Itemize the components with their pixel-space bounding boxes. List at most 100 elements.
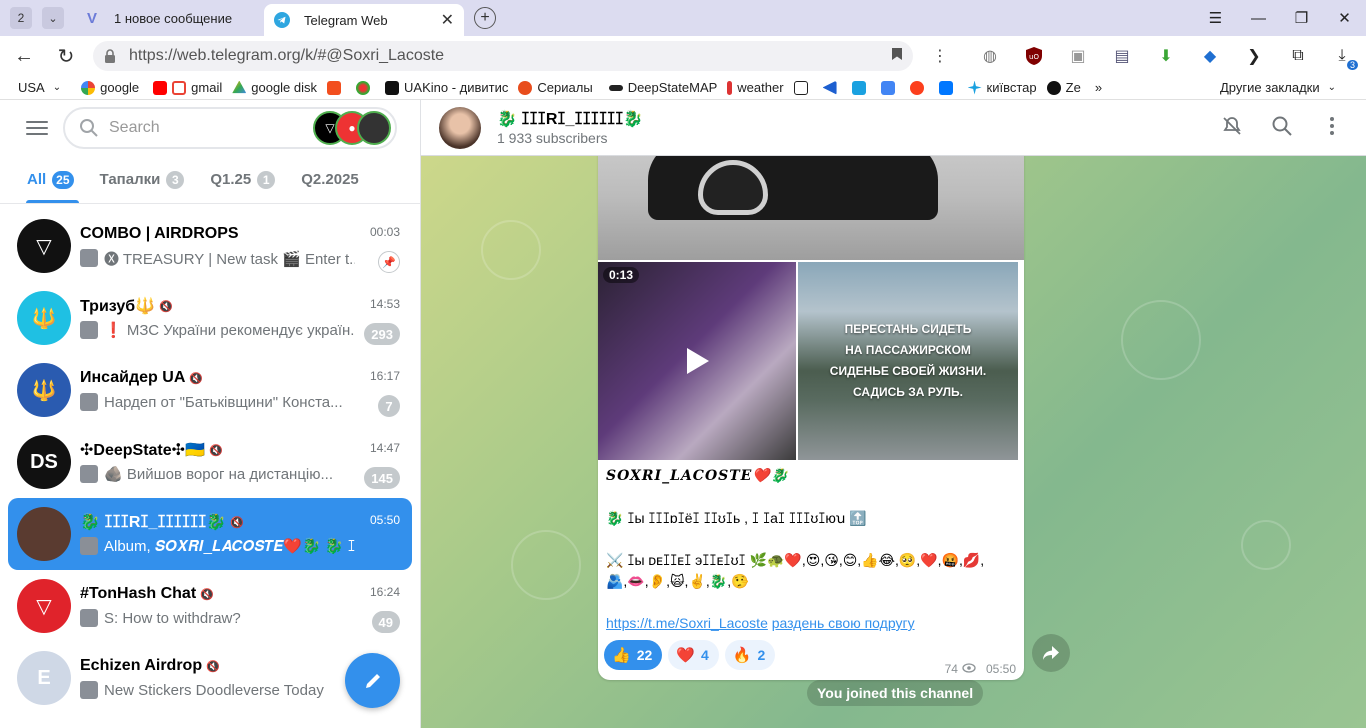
bookmark-translate[interactable]	[880, 80, 900, 95]
play-icon[interactable]	[680, 344, 714, 378]
active-folder-indicator	[26, 200, 79, 203]
message-thumbnail	[80, 465, 98, 483]
bookmark-flower[interactable]	[356, 80, 375, 95]
globe-icon[interactable]: ◍	[976, 42, 1004, 70]
reaction-fire[interactable]: 🔥 2	[724, 640, 776, 670]
bookmark-bc[interactable]	[793, 80, 813, 95]
archive-icon[interactable]: ▤	[1108, 42, 1136, 70]
caption-links: https://t.me/Soxri_Lacoste раздень свою …	[606, 613, 1016, 634]
tab-all[interactable]: All 25	[27, 170, 74, 189]
unread-badge: 49	[371, 611, 400, 633]
caption-title: SOXRI_LACOSTE❤️🐉	[606, 468, 790, 484]
bookmark-arrow[interactable]	[822, 80, 842, 95]
stories-row[interactable]: ▽ ●	[313, 111, 391, 145]
download-helper-icon[interactable]: ⬇	[1152, 42, 1180, 70]
channel-info[interactable]: 🐉 ꕯꕯꕯRꕯ_ꕯꕯꕯꕯꕯꕯ🐉 1 933 subscribers	[497, 109, 643, 146]
bookmark-vk[interactable]	[938, 80, 958, 95]
reaction-thumbs-up[interactable]: 👍 22	[604, 640, 663, 670]
story-avatar[interactable]	[357, 111, 391, 145]
restore-icon[interactable]: ❐	[1280, 9, 1323, 27]
search-input[interactable]: Search ▽ ●	[63, 107, 397, 149]
text-link[interactable]: раздень свою подругу	[772, 615, 915, 631]
bookmark-ze[interactable]: Ze	[1046, 80, 1081, 95]
chat-time: 00:03	[369, 225, 400, 239]
tab-list-dropdown[interactable]: ⌄	[42, 7, 64, 29]
chat-header[interactable]: 🐉 ꕯꕯꕯRꕯ_ꕯꕯꕯꕯꕯꕯ🐉 1 933 subscribers	[421, 100, 1366, 156]
telegram-favicon-icon	[274, 12, 290, 28]
bookmark-usa[interactable]: USA ⌄	[18, 80, 61, 95]
more-vert-icon[interactable]: ⋮	[926, 42, 954, 70]
google-icon	[81, 80, 96, 95]
downloads-badge: 3	[1346, 60, 1358, 70]
chat-list-item[interactable]: ▽ COMBO | AIRDROPS 00:03 🅧 TREASURY | Ne…	[8, 210, 412, 282]
back-arrow-icon[interactable]: ←	[13, 45, 35, 68]
chat-last-message: Album, 𝑺𝑶𝑿𝑹𝑰_𝑳𝑨𝑪𝑶𝑺𝑻𝑬❤️🐉 🐉 ꕯы ꕯꕯ...	[80, 535, 355, 557]
album-photo-road[interactable]: ПЕРЕСТАНЬ СИДЕТЬ НА ПАССАЖИРСКОМ СИДЕНЬЕ…	[798, 262, 1018, 460]
more-vert-icon[interactable]	[1320, 114, 1344, 138]
terminal-icon[interactable]: ❯	[1240, 42, 1268, 70]
muted-icon: 🔇	[230, 516, 245, 529]
minimize-icon[interactable]: —	[1237, 10, 1280, 27]
bookmark-figma[interactable]	[327, 80, 346, 95]
serials-icon	[518, 80, 533, 95]
bookmark-other-folder[interactable]: Другие закладки ⌄	[1220, 80, 1336, 95]
chat-list-item[interactable]: 🔱 Инсайдер UA 🔇 16:17 Нардеп от "Батьків…	[8, 354, 412, 426]
forward-button[interactable]	[1032, 634, 1070, 672]
vk-favicon-icon: V	[86, 9, 97, 27]
address-bar: ← ↻ https://web.telegram.org/k/#@Soxri_L…	[0, 36, 1366, 76]
reactions-row: 👍 22 ❤️ 4 🔥 2 74 05:50	[598, 638, 1024, 680]
diamond-icon[interactable]: ◆	[1196, 42, 1224, 70]
bookmark-yandex[interactable]	[909, 80, 929, 95]
chat-list-item[interactable]: 🐉 ꕯꕯꕯRꕯ_ꕯꕯꕯꕯꕯꕯ🐉 🔇 05:50 Album, 𝑺𝑶𝑿𝑹𝑰_𝑳𝑨𝑪…	[8, 498, 412, 570]
chat-title: #TonHash Chat 🔇	[80, 585, 214, 602]
album-video[interactable]: 0:13	[598, 262, 796, 460]
caption-line: ⚔️ ꕯы ᴅᴇꕯꕯᴇꕯ эꕯꕯᴇꕯʊꕯ 🌿🐢❤️,😍,😘,😊,👍😂,🥺,❤️,…	[606, 552, 985, 568]
downloads-icon[interactable]: ⤓ 3	[1328, 42, 1358, 70]
browser-tab-active[interactable]: Telegram Web ✕	[264, 4, 464, 36]
tab-count-button[interactable]: 2	[10, 7, 32, 29]
bookmark-uakino[interactable]: UAKino - дивитис	[385, 80, 508, 95]
album-message[interactable]: 0:13 ПЕРЕСТАНЬ СИДЕТЬ НА ПАССАЖИРСКОМ СИ…	[598, 100, 1024, 680]
bookmark-deepstatemap[interactable]: DeepStateMAP	[608, 80, 717, 95]
url-field[interactable]: https://web.telegram.org/k/#@Soxri_Lacos…	[93, 41, 913, 71]
close-window-icon[interactable]: ✕	[1323, 9, 1366, 27]
browser-tab[interactable]: V 1 новое сообщение	[74, 3, 264, 33]
chat-last-message: ❗ МЗС України рекомендує україн...	[80, 319, 355, 341]
briefcase-icon[interactable]: ▣	[1064, 42, 1092, 70]
bookmark-google-disk[interactable]: google disk	[232, 80, 317, 95]
chat-list-sidebar: Search ▽ ● All 25 Тапалки 3 Q1.25 1 Q2.2025…	[0, 100, 421, 728]
bookmark-google[interactable]: google	[81, 80, 139, 95]
tab-q2-2025[interactable]: Q2.2025	[301, 171, 359, 188]
ublock-icon[interactable]: uO	[1020, 42, 1048, 70]
tab-q1-25[interactable]: Q1.25 1	[210, 170, 276, 189]
chat-avatar: DS	[17, 435, 71, 489]
close-tab-icon[interactable]: ✕	[441, 10, 454, 30]
menu-icon[interactable]: ☰	[1194, 9, 1237, 27]
chat-list-item[interactable]: 🔱 Тризуб🔱 🔇 14:53 ❗ МЗС України рекоменд…	[8, 282, 412, 354]
reaction-heart[interactable]: ❤️ 4	[668, 640, 719, 670]
channel-link[interactable]: https://t.me/Soxri_Lacoste	[606, 615, 768, 631]
unread-badge: 7	[378, 395, 400, 417]
bookmark-p[interactable]	[851, 80, 871, 95]
bookmarks-overflow-icon[interactable]: »	[1095, 80, 1102, 95]
tab-tapalki[interactable]: Тапалки 3	[100, 170, 185, 189]
bookmark-serials[interactable]: Сериалы	[518, 80, 593, 95]
mute-bell-icon[interactable]	[1220, 114, 1244, 138]
channel-avatar[interactable]	[439, 106, 481, 149]
bookmark-weather[interactable]: weather	[727, 80, 784, 95]
bookmarks-bar: USA ⌄ google gmail google disk UAKino - д…	[0, 76, 1366, 100]
new-tab-button[interactable]: +	[474, 7, 496, 29]
reload-icon[interactable]: ↻	[55, 44, 77, 69]
search-icon[interactable]	[1270, 114, 1294, 138]
hamburger-menu-icon[interactable]	[26, 121, 48, 135]
extensions-icon[interactable]: ⧉	[1284, 42, 1312, 70]
translate-icon	[880, 80, 895, 95]
new-message-button[interactable]	[345, 653, 400, 708]
bookmark-kyivstar[interactable]: київстар	[967, 80, 1037, 95]
bookmark-gmail[interactable]: gmail	[153, 80, 222, 95]
chat-time: 05:50	[369, 513, 400, 527]
chat-list-item[interactable]: DS ✣DeepState✣🇺🇦 🔇 14:47 🪨 Вийшов ворог …	[8, 426, 412, 498]
chat-list-item[interactable]: ▽ #TonHash Chat 🔇 16:24 S: How to withdr…	[8, 570, 412, 642]
bookmark-icon[interactable]	[891, 47, 903, 66]
channel-title: 🐉 ꕯꕯꕯRꕯ_ꕯꕯꕯꕯꕯꕯ🐉	[497, 111, 644, 128]
